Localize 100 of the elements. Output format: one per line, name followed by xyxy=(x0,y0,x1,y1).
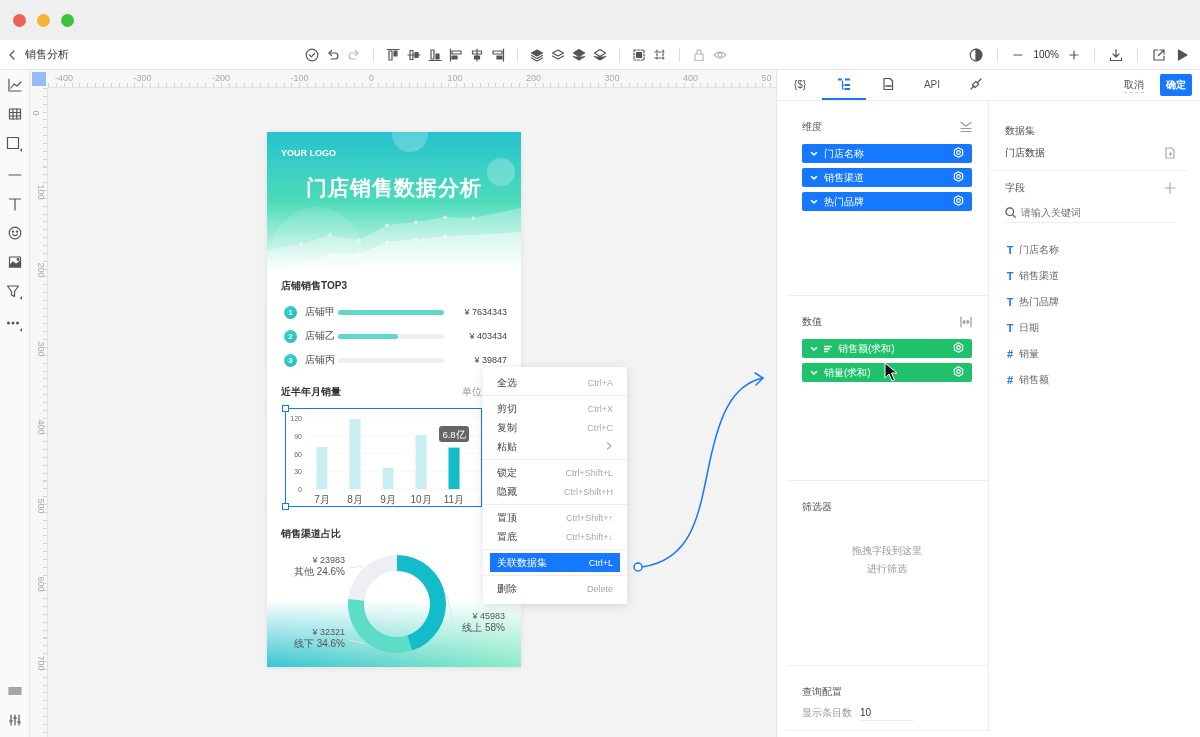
chevron-down-icon[interactable] xyxy=(810,368,818,377)
check-circle-icon[interactable] xyxy=(305,47,319,62)
menu-item[interactable]: 删除 Delete xyxy=(490,579,620,598)
shortcut-text: Ctrl+L xyxy=(588,557,613,568)
field-item[interactable]: # 销售额 xyxy=(1005,367,1188,393)
section-label: 维度 xyxy=(802,120,822,134)
settings-icon[interactable] xyxy=(953,342,964,353)
play-icon[interactable] xyxy=(1175,47,1189,62)
menu-item[interactable]: 置顶 Ctrl+Shift+↑ xyxy=(490,508,620,527)
confirm-button[interactable]: 确定 xyxy=(1160,74,1192,96)
axis-label: 7月 xyxy=(314,494,330,505)
close-button[interactable] xyxy=(13,13,26,27)
panel-tab[interactable]: {$} xyxy=(778,70,822,100)
chart-label: ¥ 23983 xyxy=(312,555,345,565)
resize-handle[interactable] xyxy=(282,405,289,412)
export-icon[interactable] xyxy=(1152,47,1166,62)
menu-item[interactable]: 置底 Ctrl+Shift+↓ xyxy=(490,527,620,546)
unit-label: 单位 xyxy=(462,385,482,399)
settings-icon[interactable] xyxy=(953,366,964,377)
settings-icon[interactable] xyxy=(953,171,964,182)
layers-icon[interactable] xyxy=(530,47,544,62)
keyboard-icon[interactable] xyxy=(7,684,22,698)
store-name: 店铺丙 xyxy=(305,353,336,367)
menu-item[interactable]: 锁定 Ctrl+Shift+L xyxy=(490,463,620,482)
menu-item[interactable]: 全选 Ctrl+A xyxy=(490,373,620,392)
align-center-icon[interactable] xyxy=(470,47,484,62)
table-icon[interactable] xyxy=(7,107,22,121)
ungroup-icon[interactable] xyxy=(653,47,667,62)
drop-hint: 进行筛选 xyxy=(867,562,907,576)
menu-item[interactable]: 复制 Ctrl+C xyxy=(490,418,620,437)
image-icon[interactable] xyxy=(7,255,22,269)
ruler-label: 0 xyxy=(369,74,374,83)
layers-icon[interactable] xyxy=(572,47,586,62)
layers-icon[interactable] xyxy=(593,47,607,62)
panel-tab[interactable]: API xyxy=(910,70,954,100)
field-chip[interactable]: 销售渠道 xyxy=(802,168,972,187)
chart-label: 线上 58% xyxy=(462,622,505,633)
menu-item[interactable]: 隐藏 Ctrl+Shift+H xyxy=(490,482,620,501)
back-icon[interactable] xyxy=(7,48,17,61)
download-icon[interactable] xyxy=(1109,47,1123,62)
field-item[interactable]: T 门店名称 xyxy=(1005,237,1188,263)
field-item[interactable]: T 热门品牌 xyxy=(1005,289,1188,315)
section-label: 查询配置 xyxy=(802,685,842,699)
chart-label: ¥ 32321 xyxy=(312,627,345,637)
shortcut-text: Delete xyxy=(587,583,613,594)
axis-label: 10月 xyxy=(410,494,432,505)
align-right-icon[interactable] xyxy=(491,47,505,62)
drop-hint: 拖拽字段到这里 xyxy=(852,544,922,558)
text-icon[interactable] xyxy=(7,197,22,211)
input-field[interactable]: 10 xyxy=(860,705,914,721)
field-item[interactable]: T 销售渠道 xyxy=(1005,263,1188,289)
settings-icon[interactable] xyxy=(953,147,964,158)
rank-badge: 2 xyxy=(284,329,297,343)
layers-icon[interactable] xyxy=(551,47,565,62)
chevron-down-icon[interactable] xyxy=(810,197,818,206)
align-bottom-icon[interactable] xyxy=(428,47,442,62)
connector-handle[interactable] xyxy=(633,562,643,572)
align-left-icon[interactable] xyxy=(449,47,463,62)
group-icon[interactable] xyxy=(632,47,646,62)
field-chip[interactable]: 门店名称 xyxy=(802,144,972,163)
cancel-button[interactable]: 取消 xyxy=(1124,77,1144,93)
link-icon xyxy=(969,77,983,91)
rectangle-icon[interactable] xyxy=(6,136,23,153)
field-item[interactable]: T 日期 xyxy=(1005,315,1188,341)
chevron-down-icon[interactable] xyxy=(810,149,818,158)
align-top-icon[interactable] xyxy=(386,47,400,62)
line-chart-icon[interactable] xyxy=(7,78,22,92)
chart-bar xyxy=(349,419,361,489)
filter-icon[interactable] xyxy=(6,284,23,301)
align-middle-icon[interactable] xyxy=(407,47,421,62)
ruler-label: 400 xyxy=(683,74,699,83)
collapse-icon[interactable] xyxy=(960,121,972,133)
chevron-down-icon[interactable] xyxy=(810,173,818,182)
shortcut-text: Ctrl+Shift+↓ xyxy=(565,531,613,542)
emoji-icon[interactable] xyxy=(7,226,22,240)
sort-icon[interactable] xyxy=(824,344,832,353)
file-icon[interactable] xyxy=(1164,147,1176,159)
ruler-marker xyxy=(32,72,46,86)
section-label: 数值 xyxy=(802,315,822,329)
fit-width-icon[interactable] xyxy=(960,316,972,328)
resize-handle[interactable] xyxy=(282,503,289,510)
document-title: 销售分析 xyxy=(25,47,69,62)
menu-item[interactable]: 关联数据集 Ctrl+L xyxy=(490,553,620,572)
contrast-icon[interactable] xyxy=(969,47,984,62)
axis-label: 8月 xyxy=(347,494,363,505)
chevron-down-icon[interactable] xyxy=(810,344,818,353)
undo-icon[interactable] xyxy=(326,47,340,62)
settings-icon[interactable] xyxy=(953,195,964,206)
sliders-icon[interactable] xyxy=(7,713,22,727)
search-field[interactable]: 请输入关键词 xyxy=(1021,207,1171,218)
chart-label: 线下 34.6% xyxy=(293,638,345,649)
cursor-icon xyxy=(884,362,898,382)
plus-icon[interactable] xyxy=(1068,48,1080,61)
field-chip[interactable]: 热门品牌 xyxy=(802,192,972,211)
rank-badge: 3 xyxy=(284,353,297,367)
menu-item[interactable]: 剪切 Ctrl+X xyxy=(490,399,620,418)
section-label: 数据集 xyxy=(1005,125,1035,136)
menu-item[interactable]: 粘贴 xyxy=(490,437,620,456)
field-item[interactable]: # 销量 xyxy=(1005,341,1188,367)
chart-label: 其他 24.6% xyxy=(293,566,345,577)
